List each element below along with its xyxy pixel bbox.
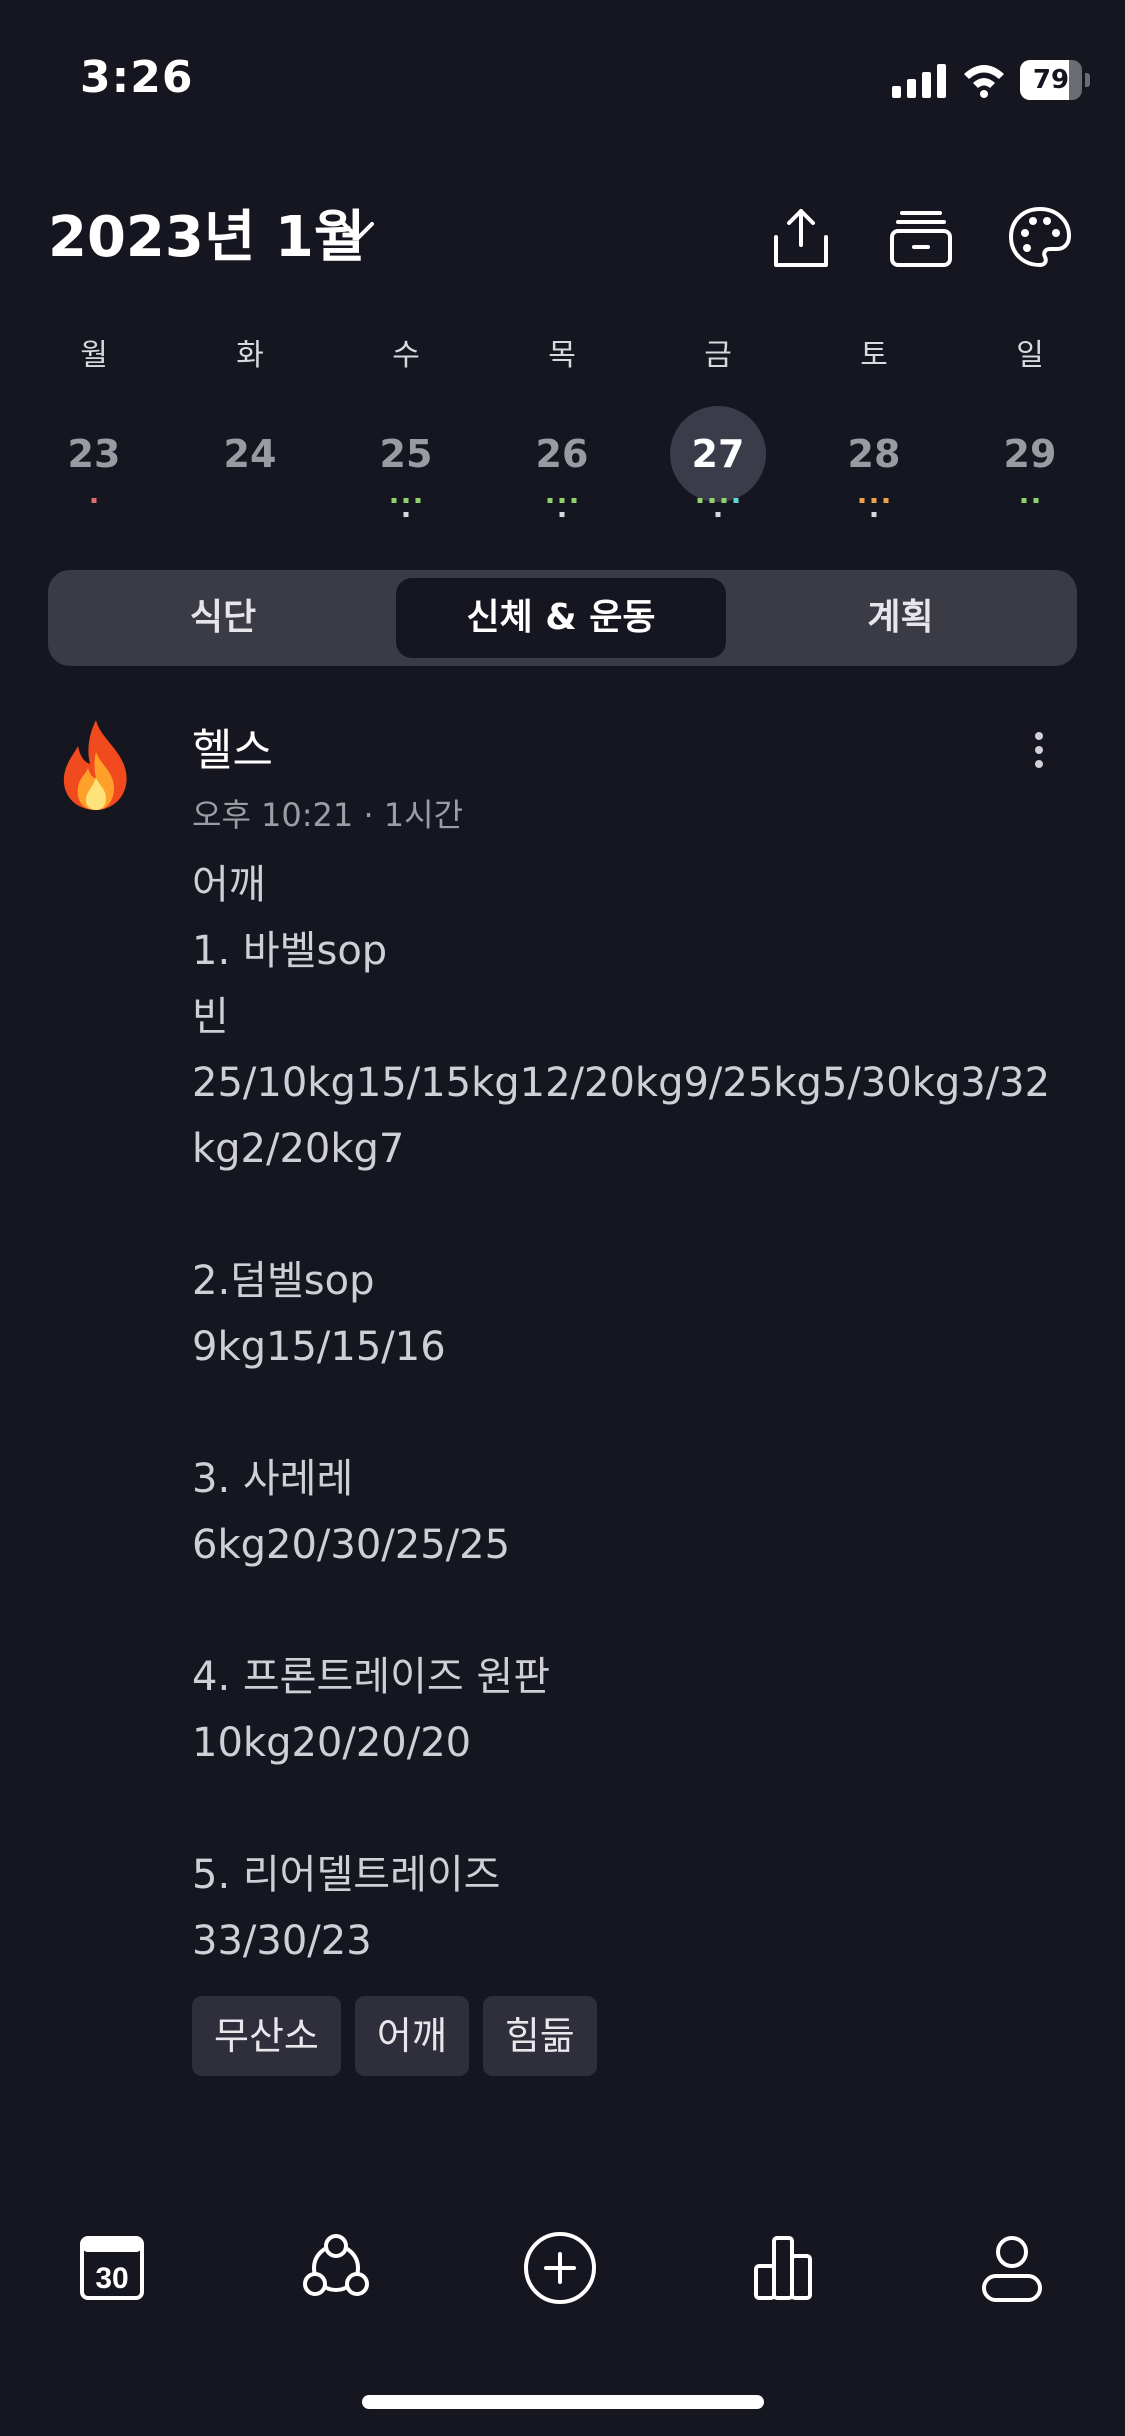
day-activity-dots bbox=[391, 498, 421, 517]
post-meta: 오후 10:21 · 1시간 bbox=[192, 796, 464, 834]
day-activity-dots bbox=[859, 498, 889, 517]
stats-icon[interactable] bbox=[748, 2230, 824, 2306]
weekday-label: 화 bbox=[236, 338, 264, 373]
day-activity-dots bbox=[1021, 498, 1039, 503]
activity-dot bbox=[403, 512, 409, 517]
day-23[interactable]: 23 bbox=[46, 406, 142, 502]
day-activity-dots bbox=[91, 498, 97, 503]
weekday-label: 일 bbox=[1016, 338, 1044, 373]
weekday-label: 수 bbox=[392, 338, 420, 373]
activity-dot bbox=[697, 498, 703, 503]
tag-list: 무산소 어깨 힘듦 bbox=[192, 1996, 597, 2076]
battery-percent: 79 bbox=[1032, 65, 1070, 95]
add-icon[interactable] bbox=[522, 2230, 598, 2306]
activity-dot bbox=[871, 498, 877, 503]
activity-dot bbox=[571, 498, 577, 503]
activity-dot bbox=[559, 512, 565, 517]
fire-icon bbox=[63, 720, 127, 810]
tab-diet[interactable]: 식단 bbox=[56, 578, 390, 658]
calendar-day-number: 30 bbox=[95, 2262, 128, 2295]
day-24[interactable]: 24 bbox=[202, 406, 298, 502]
day-26[interactable]: 26 bbox=[514, 406, 610, 502]
activity-dot bbox=[1033, 498, 1039, 503]
day-activity-dots bbox=[547, 498, 577, 517]
tag-chip[interactable]: 어깨 bbox=[354, 1996, 469, 2076]
weekday-label: 목 bbox=[548, 338, 576, 373]
activity-dot bbox=[859, 498, 865, 503]
post-body: 어깨 1. 바벨sop 빈 25/10kg15/15kg12/20kg9/25k… bbox=[192, 862, 1051, 1964]
day-29[interactable]: 29 bbox=[982, 406, 1078, 502]
tab-plan[interactable]: 계획 bbox=[732, 578, 1069, 658]
weekday-label: 월 bbox=[80, 338, 108, 373]
share-icon[interactable] bbox=[768, 205, 834, 271]
activity-dot bbox=[91, 498, 97, 503]
weekday-label: 토 bbox=[860, 338, 888, 373]
tab-body-exercise[interactable]: 신체 & 운동 bbox=[396, 578, 726, 658]
month-title[interactable]: 2023년 1월 bbox=[48, 192, 365, 273]
activity-dot bbox=[715, 512, 721, 517]
status-time: 3:26 bbox=[80, 52, 194, 103]
palette-icon[interactable] bbox=[1007, 205, 1073, 271]
day-selected[interactable]: 27 bbox=[670, 406, 766, 502]
activity-dot bbox=[391, 498, 397, 503]
activity-dot bbox=[559, 498, 565, 503]
home-indicator bbox=[362, 2395, 764, 2409]
day-25[interactable]: 25 bbox=[358, 406, 454, 502]
activity-dot bbox=[733, 498, 739, 503]
tag-chip[interactable]: 힘듦 bbox=[482, 1996, 597, 2076]
activity-dot bbox=[1021, 498, 1027, 503]
activity-dot bbox=[883, 498, 889, 503]
activity-dot bbox=[721, 498, 727, 503]
signal-icon bbox=[892, 64, 946, 98]
more-vertical-icon[interactable] bbox=[1030, 728, 1048, 772]
activity-dot bbox=[871, 512, 877, 517]
segment-control: 식단 신체 & 운동 계획 bbox=[48, 570, 1077, 666]
community-icon[interactable] bbox=[298, 2230, 374, 2306]
day-28[interactable]: 28 bbox=[826, 406, 922, 502]
tag-chip[interactable]: 무산소 bbox=[192, 1996, 341, 2076]
post-title[interactable]: 헬스 bbox=[192, 714, 273, 778]
wifi-icon bbox=[964, 65, 1004, 98]
chevron-down-icon[interactable] bbox=[338, 212, 378, 252]
calendar-icon[interactable]: 30 bbox=[74, 2230, 150, 2306]
activity-dot bbox=[547, 498, 553, 503]
battery-indicator: 79 bbox=[1020, 60, 1090, 102]
activity-dot bbox=[403, 498, 409, 503]
archive-icon[interactable] bbox=[888, 205, 954, 271]
day-activity-dots bbox=[697, 498, 739, 517]
weekday-label: 금 bbox=[704, 338, 732, 373]
activity-dot bbox=[415, 498, 421, 503]
profile-icon[interactable] bbox=[974, 2230, 1050, 2306]
activity-dot bbox=[709, 498, 715, 503]
